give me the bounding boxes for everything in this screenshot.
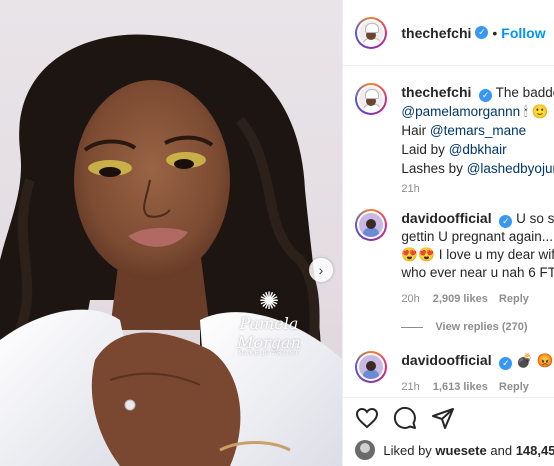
post-header: thechefchi ✓ • Follow — [343, 0, 554, 66]
verified-badge-icon: ✓ — [475, 26, 489, 39]
verified-badge-icon: ✓ — [499, 357, 513, 370]
comment-item: davidoofficial ✓ 💣 😡 21h 1,613 likes Rep… — [355, 351, 554, 396]
verified-badge-icon: ✓ — [479, 89, 493, 102]
liked-by-count[interactable]: 148,453 — [516, 443, 554, 458]
caption-emoji: 🕯 🙂 — [523, 104, 549, 119]
mention-link[interactable]: @temars_mane — [430, 123, 526, 138]
caption-line: The baddest — [495, 85, 554, 100]
author-avatar[interactable] — [355, 16, 388, 49]
watermark-subtitle: MAKEUP ARTIST — [238, 351, 300, 357]
liked-by-prefix: Liked by — [383, 442, 432, 458]
caption-line: Laid by — [401, 142, 445, 157]
caption-timestamp[interactable]: 21h — [401, 183, 419, 195]
watermark-sun-icon: ✺ — [258, 288, 280, 315]
separator-dot: • — [492, 24, 498, 41]
caption: thechefchi ✓ The baddest @pamelamorgannn… — [355, 83, 554, 178]
comments-list: thechefchi ✓ The baddest @pamelamorgannn… — [343, 67, 554, 397]
liked-by: Liked by wuesete and 148,453 — [355, 440, 554, 460]
comment-text: davidoofficial ✓ 💣 😡 21h 1,613 likes Rep… — [401, 351, 553, 396]
caption-text: thechefchi ✓ The baddest @pamelamorgannn… — [401, 83, 554, 178]
comment-line: 💣 😡 — [516, 353, 554, 368]
comment-item: davidoofficial ✓ U so sexy I gettin U pr… — [355, 209, 554, 308]
heart-icon[interactable] — [355, 406, 379, 430]
mention-link[interactable]: @lashedbyojurire — [467, 161, 554, 176]
caption-author[interactable]: thechefchi — [401, 84, 471, 100]
comment-text: davidoofficial ✓ U so sexy I gettin U pr… — [401, 209, 554, 308]
comment-line: gettin U pregnant again.... 😉 — [401, 229, 554, 244]
commenter-username[interactable]: davidoofficial — [401, 210, 491, 226]
watermark-name: Pamela Morgan — [237, 314, 301, 352]
watermark: ✺ Pamela Morgan MAKEUP ARTIST — [214, 288, 324, 358]
follow-button[interactable]: Follow — [501, 25, 545, 41]
comment-likes[interactable]: 1,613 likes — [433, 381, 488, 393]
commenter-avatar[interactable] — [355, 351, 388, 383]
caption-line: Lashes by — [401, 161, 463, 176]
portrait-illustration — [0, 34, 343, 466]
post-photo[interactable]: ✺ Pamela Morgan MAKEUP ARTIST › — [0, 0, 343, 466]
comment-line: who ever near u nah 6 FT!! — [401, 265, 554, 280]
liker-avatar[interactable] — [355, 440, 376, 460]
commenter-avatar[interactable] — [355, 209, 388, 241]
mention-link[interactable]: @pamelamorgannn — [401, 104, 520, 119]
reply-button[interactable]: Reply — [499, 293, 529, 305]
divider — [401, 326, 424, 328]
view-replies-label: View replies (270) — [435, 321, 528, 333]
chevron-right-icon[interactable]: › — [309, 258, 333, 282]
liked-by-user[interactable]: wuesete — [435, 443, 486, 458]
caption-author-avatar[interactable] — [355, 83, 388, 115]
comment-likes[interactable]: 2,909 likes — [433, 293, 488, 305]
action-bar — [343, 397, 554, 437]
comment-line: 😍😍 I love u my dear wife — [401, 247, 554, 262]
share-icon[interactable] — [431, 406, 455, 430]
comment-icon[interactable] — [393, 406, 417, 430]
comment-line: U so sexy I — [516, 211, 554, 226]
comment-meta: 20h 2,909 likes Reply — [401, 290, 554, 308]
author-username[interactable]: thechefchi — [401, 25, 471, 41]
liked-by-and: and — [490, 442, 513, 458]
comment-timestamp[interactable]: 20h — [401, 293, 419, 305]
comment-meta: 21h 1,613 likes Reply — [401, 378, 553, 396]
post-panel: thechefchi ✓ • Follow thechefchi ✓ The b… — [342, 0, 554, 466]
instagram-post: ✺ Pamela Morgan MAKEUP ARTIST › thechefc… — [0, 0, 554, 466]
reply-button[interactable]: Reply — [499, 381, 529, 393]
caption-line: Hair — [401, 123, 427, 138]
mention-link[interactable]: @dbkhair — [449, 142, 507, 157]
comment-timestamp[interactable]: 21h — [401, 381, 419, 393]
view-replies-button[interactable]: View replies (270) — [401, 321, 528, 333]
commenter-username[interactable]: davidoofficial — [401, 352, 491, 368]
verified-badge-icon: ✓ — [499, 215, 513, 228]
